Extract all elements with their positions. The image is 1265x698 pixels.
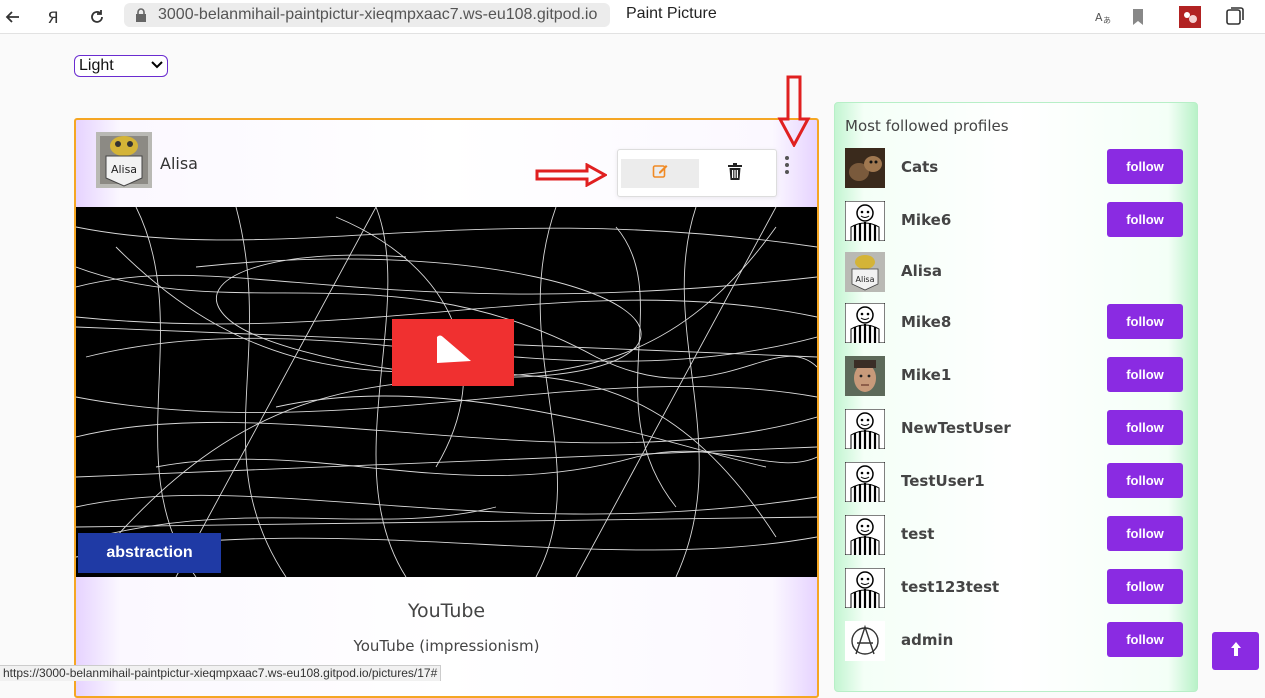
profile-avatar[interactable]: [844, 302, 886, 344]
post-image[interactable]: [76, 207, 817, 577]
post-author-name[interactable]: Alisa: [160, 154, 198, 173]
followed-profiles-sidebar: Most followed profiles Cats follow Mike6…: [834, 102, 1198, 692]
url-text[interactable]: 3000-belanmihail-paintpictur-xieqmpxaac7…: [158, 6, 597, 24]
browser-toolbar: Я 3000-belanmihail-paintpictur-xieqmpxaa…: [0, 0, 1265, 34]
profile-avatar[interactable]: Alisa: [845, 252, 885, 292]
profile-name[interactable]: TestUser1: [901, 472, 985, 490]
profile-row: Cats follow: [845, 148, 1185, 188]
collections-icon[interactable]: [1222, 4, 1248, 30]
play-button[interactable]: [392, 319, 514, 386]
profile-row: test follow: [844, 514, 1185, 556]
sidebar-heading: Most followed profiles: [845, 117, 1009, 135]
lock-icon[interactable]: [132, 6, 150, 24]
svg-text:A: A: [1095, 11, 1103, 24]
profile-avatar[interactable]: [844, 408, 886, 450]
tag-badge[interactable]: abstraction: [78, 533, 221, 573]
follow-button[interactable]: follow: [1107, 622, 1183, 657]
post-author-avatar[interactable]: Alisa: [96, 132, 152, 188]
yandex-icon[interactable]: Я: [40, 4, 66, 30]
scribble-artwork: [76, 207, 817, 577]
follow-button[interactable]: follow: [1107, 569, 1183, 604]
down-arrow-annotation-icon: [777, 75, 811, 147]
follow-button[interactable]: follow: [1107, 202, 1183, 237]
address-bar[interactable]: 3000-belanmihail-paintpictur-xieqmpxaac7…: [124, 3, 610, 27]
edit-post-button[interactable]: [621, 159, 699, 188]
profile-name[interactable]: test: [901, 525, 934, 543]
theme-selected-value: Light: [79, 57, 114, 74]
profile-row: NewTestUser follow: [844, 408, 1185, 450]
translate-icon[interactable]: Aあ: [1090, 4, 1116, 30]
profile-name[interactable]: test123test: [901, 578, 999, 596]
post-subtitle: YouTube (impressionism): [353, 637, 540, 655]
profile-name[interactable]: admin: [901, 631, 953, 649]
back-arrow-icon[interactable]: [0, 4, 26, 30]
follow-button[interactable]: follow: [1107, 149, 1183, 184]
post-actions-menu: [617, 149, 777, 197]
delete-post-button[interactable]: [710, 159, 760, 188]
theme-select[interactable]: Light: [74, 55, 168, 77]
profile-row: Mike1 follow: [845, 356, 1185, 396]
profile-avatar[interactable]: [845, 356, 885, 396]
follow-button[interactable]: follow: [1107, 304, 1183, 339]
reload-icon[interactable]: [84, 4, 110, 30]
avatar-sign-text: Alisa: [111, 163, 137, 176]
follow-button[interactable]: follow: [1107, 463, 1183, 498]
profile-name[interactable]: Mike6: [901, 211, 951, 229]
extension-icon[interactable]: [1177, 4, 1203, 30]
scroll-to-top-button[interactable]: [1212, 632, 1259, 670]
profile-row: test123test follow: [844, 567, 1185, 609]
profile-avatar[interactable]: [845, 148, 885, 188]
kebab-menu-icon[interactable]: [782, 156, 792, 174]
svg-text:あ: あ: [1103, 16, 1111, 25]
bookmark-icon[interactable]: [1125, 4, 1151, 30]
profile-avatar[interactable]: [844, 514, 886, 556]
profile-name[interactable]: Alisa: [901, 262, 942, 280]
avatar-sign-text: Alisa: [856, 275, 875, 284]
chevron-down-icon: [151, 60, 163, 72]
profile-row: Alisa Alisa: [845, 252, 1185, 292]
profile-row: Mike6 follow: [844, 200, 1185, 242]
arrow-up-icon: [1230, 641, 1242, 662]
profile-row: TestUser1 follow: [844, 461, 1185, 503]
profile-row: Mike8 follow: [844, 302, 1185, 344]
profile-name[interactable]: Mike8: [901, 313, 951, 331]
post-title: YouTube: [407, 600, 486, 622]
follow-button[interactable]: follow: [1107, 516, 1183, 551]
profile-name[interactable]: Cats: [901, 158, 938, 176]
play-icon: [433, 335, 473, 370]
profile-name[interactable]: NewTestUser: [901, 419, 1011, 437]
page-title: Paint Picture: [626, 5, 717, 22]
follow-button[interactable]: follow: [1107, 357, 1183, 392]
profile-avatar[interactable]: [845, 621, 885, 661]
right-arrow-annotation-icon: [535, 163, 607, 187]
profile-avatar[interactable]: [844, 461, 886, 503]
post-card: Alisa Alisa abstraction YouTube YouTube …: [74, 118, 819, 698]
profile-name[interactable]: Mike1: [901, 366, 951, 384]
profile-avatar[interactable]: [844, 200, 886, 242]
profile-avatar[interactable]: [844, 567, 886, 609]
follow-button[interactable]: follow: [1107, 410, 1183, 445]
trash-icon: [728, 162, 742, 185]
link-status-bar: https://3000-belanmihail-paintpictur-xie…: [0, 665, 442, 681]
profile-row: admin follow: [845, 621, 1185, 661]
edit-icon: [652, 163, 668, 184]
